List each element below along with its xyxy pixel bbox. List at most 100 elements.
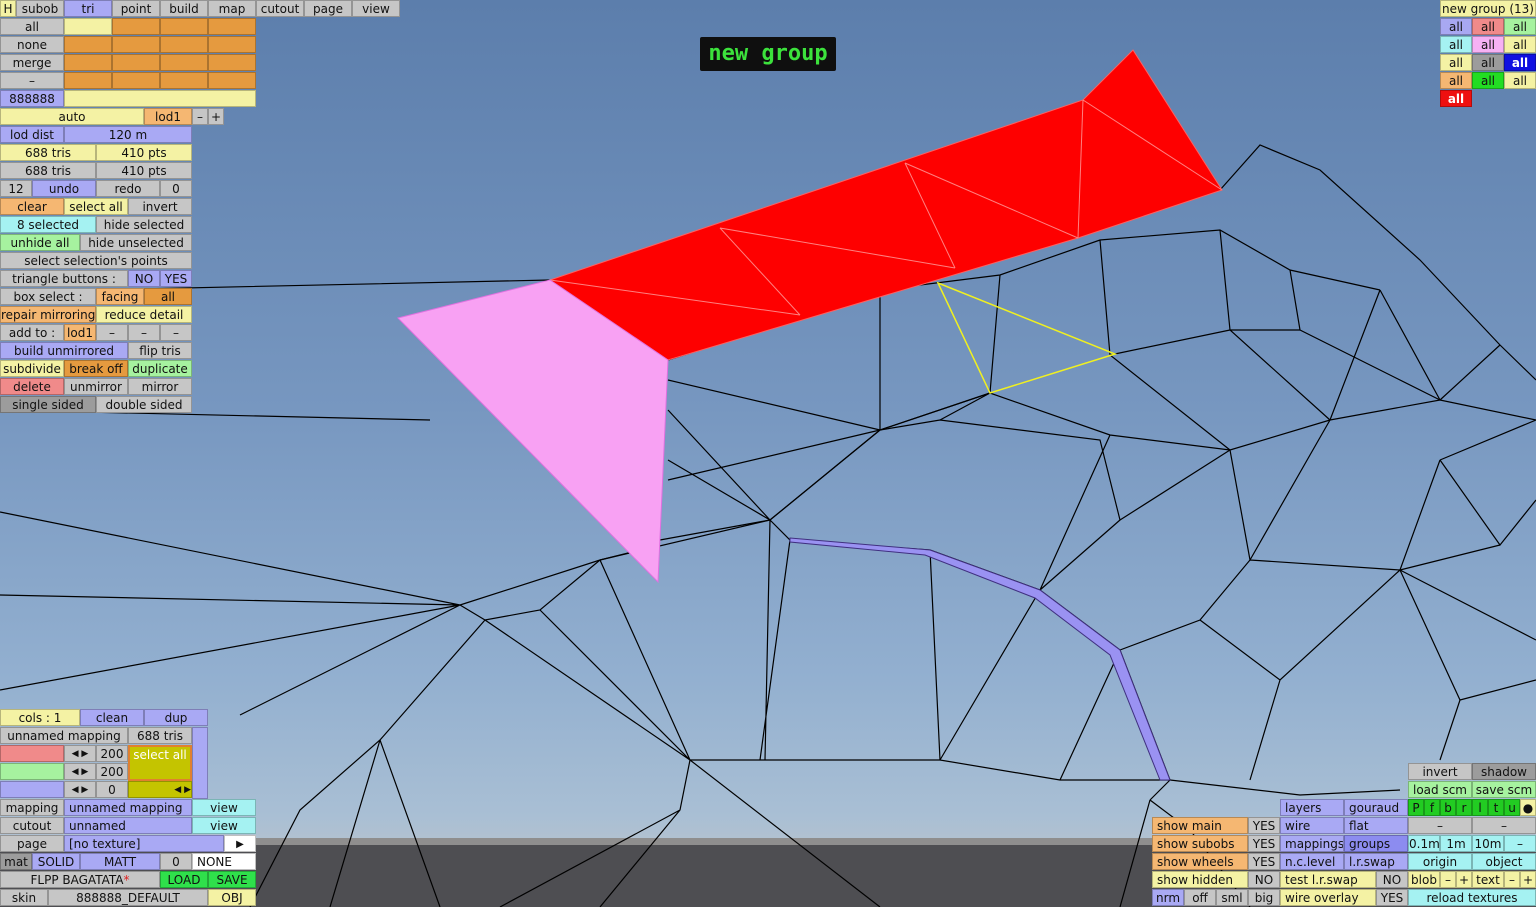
tri-buttons-yes[interactable]: YES	[160, 270, 192, 287]
group-all-button[interactable]: all	[1504, 72, 1536, 89]
lod-select[interactable]: lod1	[144, 108, 192, 125]
color-swatch[interactable]	[112, 36, 160, 53]
lod-minus-button[interactable]: –	[192, 108, 208, 125]
page-texture[interactable]: [no texture]	[64, 835, 224, 852]
lod-auto-button[interactable]: auto	[0, 108, 144, 125]
mat-none[interactable]: NONE	[192, 853, 256, 870]
page-arrow-icon[interactable]: ▶	[224, 835, 256, 852]
mapping-value[interactable]: unnamed mapping	[64, 799, 192, 816]
origin-button[interactable]: origin	[1408, 853, 1472, 870]
color-swatch[interactable]	[160, 54, 208, 71]
hide-selected-button[interactable]: hide selected	[96, 216, 192, 233]
clean-button[interactable]: clean	[80, 709, 144, 726]
tab-subob[interactable]: subob	[16, 0, 64, 17]
swatch-arrows[interactable]: ◀ ▶	[128, 781, 192, 798]
scale-0-1m[interactable]: 0.1m	[1408, 835, 1440, 852]
size-sml[interactable]: sml	[1216, 889, 1248, 906]
show-hidden-toggle[interactable]: NO	[1248, 871, 1280, 888]
test-lr-swap-toggle[interactable]: NO	[1376, 871, 1408, 888]
tab-tri[interactable]: tri	[64, 0, 112, 17]
group-all-button[interactable]: all	[1504, 54, 1536, 71]
color-swatch[interactable]	[64, 18, 112, 35]
size-off[interactable]: off	[1184, 889, 1216, 906]
view-key-l[interactable]: l	[1472, 799, 1488, 816]
duplicate-button[interactable]: duplicate	[128, 360, 192, 377]
tab-page[interactable]: page	[304, 0, 352, 17]
group-all-button[interactable]: all	[1504, 36, 1536, 53]
shadow-button[interactable]: shadow	[1472, 763, 1536, 780]
object-button[interactable]: object	[1472, 853, 1536, 870]
break-off-button[interactable]: break off	[64, 360, 128, 377]
add-to-slot[interactable]: –	[128, 324, 160, 341]
scale-1m[interactable]: 1m	[1440, 835, 1472, 852]
color-swatch[interactable]	[160, 36, 208, 53]
single-sided-button[interactable]: single sided	[0, 396, 96, 413]
load-button[interactable]: LOAD	[160, 871, 208, 888]
color-swatch[interactable]	[208, 72, 256, 89]
group-all-button[interactable]: all	[1440, 72, 1472, 89]
dup-button[interactable]: dup	[144, 709, 208, 726]
color-swatch[interactable]	[208, 36, 256, 53]
view-key-r[interactable]: r	[1456, 799, 1472, 816]
merge-button[interactable]: merge	[0, 54, 64, 71]
group-all-button[interactable]: all	[1440, 18, 1472, 35]
reduce-detail-button[interactable]: reduce detail	[96, 306, 192, 323]
unhide-all-button[interactable]: unhide all	[0, 234, 80, 251]
lr-swap-button[interactable]: l.r.swap	[1344, 853, 1408, 870]
tab-h[interactable]: H	[0, 0, 16, 17]
layers-button[interactable]: layers	[1280, 799, 1344, 816]
obj-button[interactable]: OBJ	[208, 889, 256, 906]
size-nrm[interactable]: nrm	[1152, 889, 1184, 906]
green-slider[interactable]	[0, 763, 64, 780]
selected-red-faces[interactable]	[548, 49, 1223, 361]
invert-button[interactable]: invert	[128, 198, 192, 215]
scale-10m[interactable]: 10m	[1472, 835, 1504, 852]
view-key-u[interactable]: u	[1504, 799, 1520, 816]
select-points-button[interactable]: select selection's points	[0, 252, 192, 269]
blue-slider[interactable]	[0, 781, 64, 798]
cols-label[interactable]: cols : 1	[0, 709, 80, 726]
build-unmirrored-button[interactable]: build unmirrored	[0, 342, 128, 359]
wire-overlay-toggle[interactable]: YES	[1376, 889, 1408, 906]
stepper-arrows[interactable]: ◀ ▶	[64, 745, 96, 762]
tri-buttons-no[interactable]: NO	[128, 270, 160, 287]
view-key-b[interactable]: b	[1440, 799, 1456, 816]
color-swatch[interactable]	[160, 18, 208, 35]
color-swatch[interactable]	[160, 72, 208, 89]
group-all-button[interactable]: all	[1472, 72, 1504, 89]
color-code[interactable]: 888888	[0, 90, 64, 107]
hide-unselected-button[interactable]: hide unselected	[80, 234, 192, 251]
load-scm-button[interactable]: load scm	[1408, 781, 1472, 798]
flat-button[interactable]: flat	[1344, 817, 1408, 834]
tab-map[interactable]: map	[208, 0, 256, 17]
box-select-facing[interactable]: facing	[96, 288, 144, 305]
save-scm-button[interactable]: save scm	[1472, 781, 1536, 798]
show-wheels-toggle[interactable]: YES	[1248, 853, 1280, 870]
save-button[interactable]: SAVE	[208, 871, 256, 888]
wire-button[interactable]: wire	[1280, 817, 1344, 834]
delete-button[interactable]: delete	[0, 378, 64, 395]
tab-view[interactable]: view	[352, 0, 400, 17]
mapping-select-all[interactable]: select all	[128, 745, 192, 781]
group-all-button[interactable]: all	[1440, 90, 1472, 107]
flip-tris-button[interactable]: flip tris	[128, 342, 192, 359]
group-all-button[interactable]: all	[1472, 36, 1504, 53]
mirror-button[interactable]: mirror	[128, 378, 192, 395]
3d-viewport[interactable]	[0, 0, 1536, 907]
mapping-scrollbar[interactable]	[192, 727, 208, 799]
redo-button[interactable]: redo	[96, 180, 160, 197]
text-minus[interactable]: –	[1504, 871, 1520, 888]
stepper-arrows[interactable]: ◀ ▶	[64, 763, 96, 780]
group-all-button[interactable]: all	[1504, 18, 1536, 35]
cutout-view-button[interactable]: view	[192, 817, 256, 834]
color-swatch[interactable]	[208, 18, 256, 35]
gouraud-button[interactable]: gouraud	[1344, 799, 1408, 816]
clear-button[interactable]: clear	[0, 198, 64, 215]
view-key-dot[interactable]: ●	[1520, 799, 1536, 816]
unmirror-button[interactable]: unmirror	[64, 378, 128, 395]
mapping-view-button[interactable]: view	[192, 799, 256, 816]
group-all-button[interactable]: all	[1472, 18, 1504, 35]
stepper-arrows[interactable]: ◀ ▶	[64, 781, 96, 798]
repair-mirroring-button[interactable]: repair mirroring	[0, 306, 96, 323]
lod-dist-value[interactable]: 120 m	[64, 126, 192, 143]
